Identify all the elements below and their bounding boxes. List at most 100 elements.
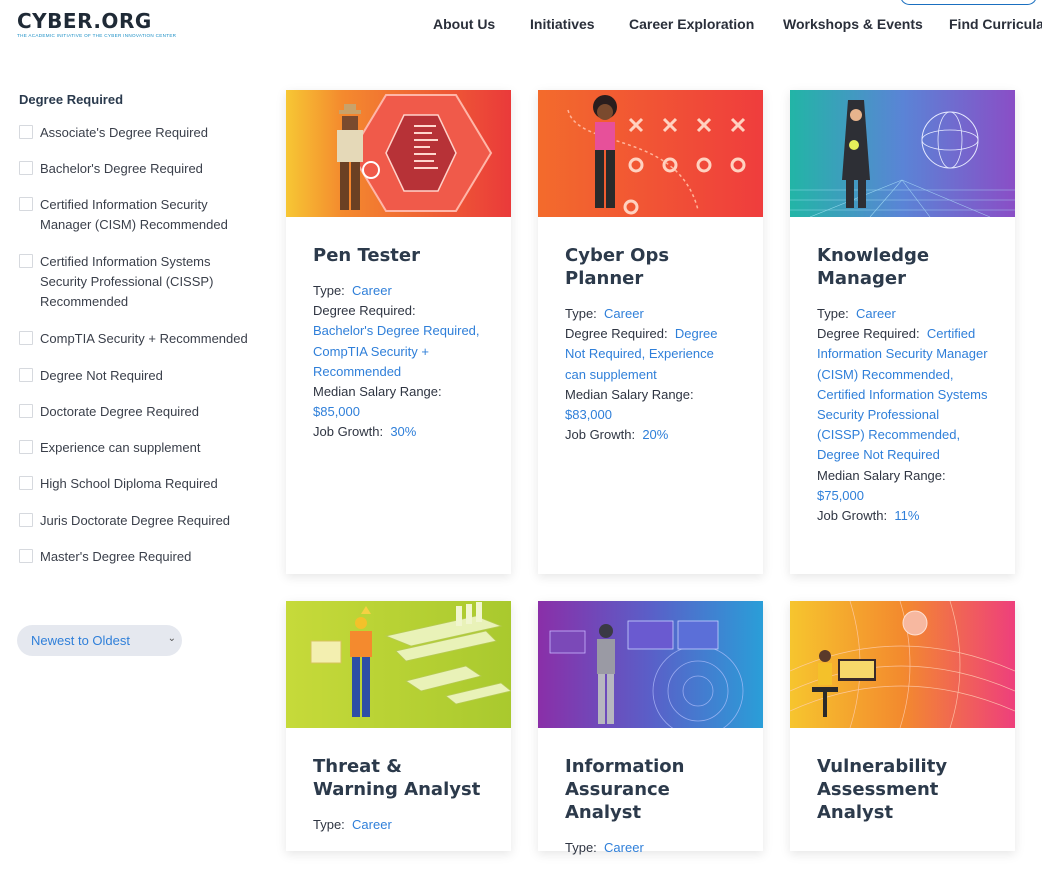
nav-about-us[interactable]: About Us: [433, 16, 495, 32]
card-illustration: [286, 90, 511, 217]
filter-checkbox[interactable]: [19, 125, 33, 139]
filter-checkbox[interactable]: [19, 549, 33, 563]
career-card[interactable]: Pen Tester Type: Career Degree Required:…: [286, 90, 511, 574]
degree-filter-list: Associate's Degree Required Bachelor's D…: [19, 123, 249, 567]
card-salary-row: Median Salary Range: $83,000: [565, 385, 736, 425]
card-degree-row: Degree Required: Degree Not Required, Ex…: [565, 324, 736, 385]
main-nav: About Us Initiatives Career Exploration …: [433, 16, 1042, 34]
card-type[interactable]: Career: [352, 817, 392, 832]
nav-find-curricula[interactable]: Find Curricula: [949, 16, 1042, 32]
card-salary: $85,000: [313, 404, 360, 420]
card-type-row: Type: Career: [565, 304, 736, 324]
card-title[interactable]: Knowledge Manager: [817, 244, 988, 290]
nav-initiatives[interactable]: Initiatives: [530, 16, 595, 32]
card-degree[interactable]: Certified Information Security Manager (…: [817, 326, 988, 462]
type-label: Type:: [313, 817, 345, 832]
filter-checkbox[interactable]: [19, 331, 33, 345]
card-title[interactable]: Threat & Warning Analyst: [313, 755, 484, 801]
nav-workshops-events[interactable]: Workshops & Events: [783, 16, 923, 32]
degree-label: Degree Required:: [817, 326, 920, 342]
filter-label: Doctorate Degree Required: [40, 404, 199, 419]
card-salary: $83,000: [565, 407, 612, 423]
filter-item[interactable]: Bachelor's Degree Required: [19, 159, 249, 179]
filter-label: Bachelor's Degree Required: [40, 161, 203, 176]
career-card[interactable]: Vulnerability Assessment Analyst: [790, 601, 1015, 851]
card-illustration: [790, 90, 1015, 217]
card-growth-row: Job Growth: 30%: [313, 422, 484, 442]
filter-title: Degree Required: [19, 92, 124, 107]
growth-label: Job Growth:: [565, 427, 636, 443]
card-growth: 30%: [390, 424, 417, 440]
card-type[interactable]: Career: [856, 306, 896, 321]
filter-label: Juris Doctorate Degree Required: [40, 513, 231, 528]
filter-checkbox[interactable]: [19, 254, 33, 268]
filter-item[interactable]: Certified Information Security Manager (…: [19, 195, 249, 235]
filter-label: Master's Degree Required: [40, 549, 192, 564]
career-card[interactable]: Threat & Warning Analyst Type: Career: [286, 601, 511, 851]
filter-label: High School Diploma Required: [40, 476, 218, 491]
filter-checkbox[interactable]: [19, 476, 33, 490]
salary-label: Median Salary Range:: [565, 386, 694, 402]
filter-checkbox[interactable]: [19, 440, 33, 454]
card-type-row: Type: Career: [565, 838, 736, 858]
career-card[interactable]: Information Assurance Analyst Type: Care…: [538, 601, 763, 855]
salary-label: Median Salary Range:: [817, 467, 946, 483]
filter-label: Certified Information Systems Security P…: [40, 254, 214, 309]
career-card[interactable]: Knowledge Manager Type: Career Degree Re…: [790, 90, 1015, 574]
filter-checkbox[interactable]: [19, 513, 33, 527]
career-card[interactable]: Cyber Ops Planner Type: Career Degree Re…: [538, 90, 763, 574]
card-type[interactable]: Career: [604, 306, 644, 321]
card-degree-row: Degree Required: Certified Information S…: [817, 324, 988, 465]
filter-checkbox[interactable]: [19, 197, 33, 211]
card-title[interactable]: Vulnerability Assessment Analyst: [817, 755, 988, 824]
growth-label: Job Growth:: [313, 424, 384, 440]
card-type[interactable]: Career: [352, 283, 392, 298]
card-growth-row: Job Growth: 11%: [817, 506, 988, 526]
card-salary-row: Median Salary Range: $85,000: [313, 382, 484, 422]
card-growth: 20%: [642, 427, 669, 443]
degree-label: Degree Required:: [313, 303, 416, 319]
card-salary: $75,000: [817, 487, 864, 503]
growth-label: Job Growth:: [817, 508, 888, 524]
card-type[interactable]: Career: [604, 840, 644, 855]
card-title[interactable]: Cyber Ops Planner: [565, 244, 736, 290]
filter-checkbox[interactable]: [19, 161, 33, 175]
logo-tagline: THE ACADEMIC INITIATIVE OF THE CYBER INN…: [17, 33, 177, 38]
filter-item[interactable]: Doctorate Degree Required: [19, 402, 249, 422]
filter-item[interactable]: Experience can supplement: [19, 438, 249, 458]
card-type-row: Type: Career: [817, 304, 988, 324]
filter-item[interactable]: Degree Not Required: [19, 366, 249, 386]
type-label: Type:: [565, 840, 597, 855]
filter-item[interactable]: Associate's Degree Required: [19, 123, 249, 143]
card-growth-row: Job Growth: 20%: [565, 425, 736, 445]
card-illustration: [286, 601, 511, 728]
card-illustration: [790, 601, 1015, 728]
card-salary-row: Median Salary Range: $75,000: [817, 466, 988, 506]
nav-cta-button[interactable]: [900, 0, 1037, 5]
sort-select[interactable]: Newest to Oldest ⌄: [17, 625, 182, 656]
card-illustration: [538, 90, 763, 217]
type-label: Type:: [565, 306, 597, 321]
card-type-row: Type: Career: [313, 281, 484, 301]
filter-item[interactable]: Master's Degree Required: [19, 547, 249, 567]
filter-item[interactable]: High School Diploma Required: [19, 474, 249, 494]
salary-label: Median Salary Range:: [313, 384, 442, 400]
sort-selected-value: Newest to Oldest: [31, 633, 130, 648]
card-type-row: Type: Career: [313, 815, 484, 835]
filter-label: Degree Not Required: [40, 368, 163, 383]
type-label: Type:: [313, 283, 345, 298]
filter-item[interactable]: Juris Doctorate Degree Required: [19, 511, 249, 531]
filter-item[interactable]: Certified Information Systems Security P…: [19, 252, 249, 312]
filter-checkbox[interactable]: [19, 368, 33, 382]
filter-item[interactable]: CompTIA Security + Recommended: [19, 329, 249, 349]
site-logo[interactable]: CYBER.ORG THE ACADEMIC INITIATIVE OF THE…: [17, 10, 176, 38]
nav-career-exploration[interactable]: Career Exploration: [629, 16, 754, 32]
type-label: Type:: [817, 306, 849, 321]
chevron-down-icon: ⌄: [167, 633, 176, 644]
card-growth: 11%: [894, 508, 920, 524]
card-title[interactable]: Information Assurance Analyst: [565, 755, 736, 824]
card-title[interactable]: Pen Tester: [313, 244, 484, 267]
card-degree[interactable]: Bachelor's Degree Required, CompTIA Secu…: [313, 323, 480, 378]
filter-checkbox[interactable]: [19, 404, 33, 418]
filter-label: CompTIA Security + Recommended: [40, 331, 248, 346]
